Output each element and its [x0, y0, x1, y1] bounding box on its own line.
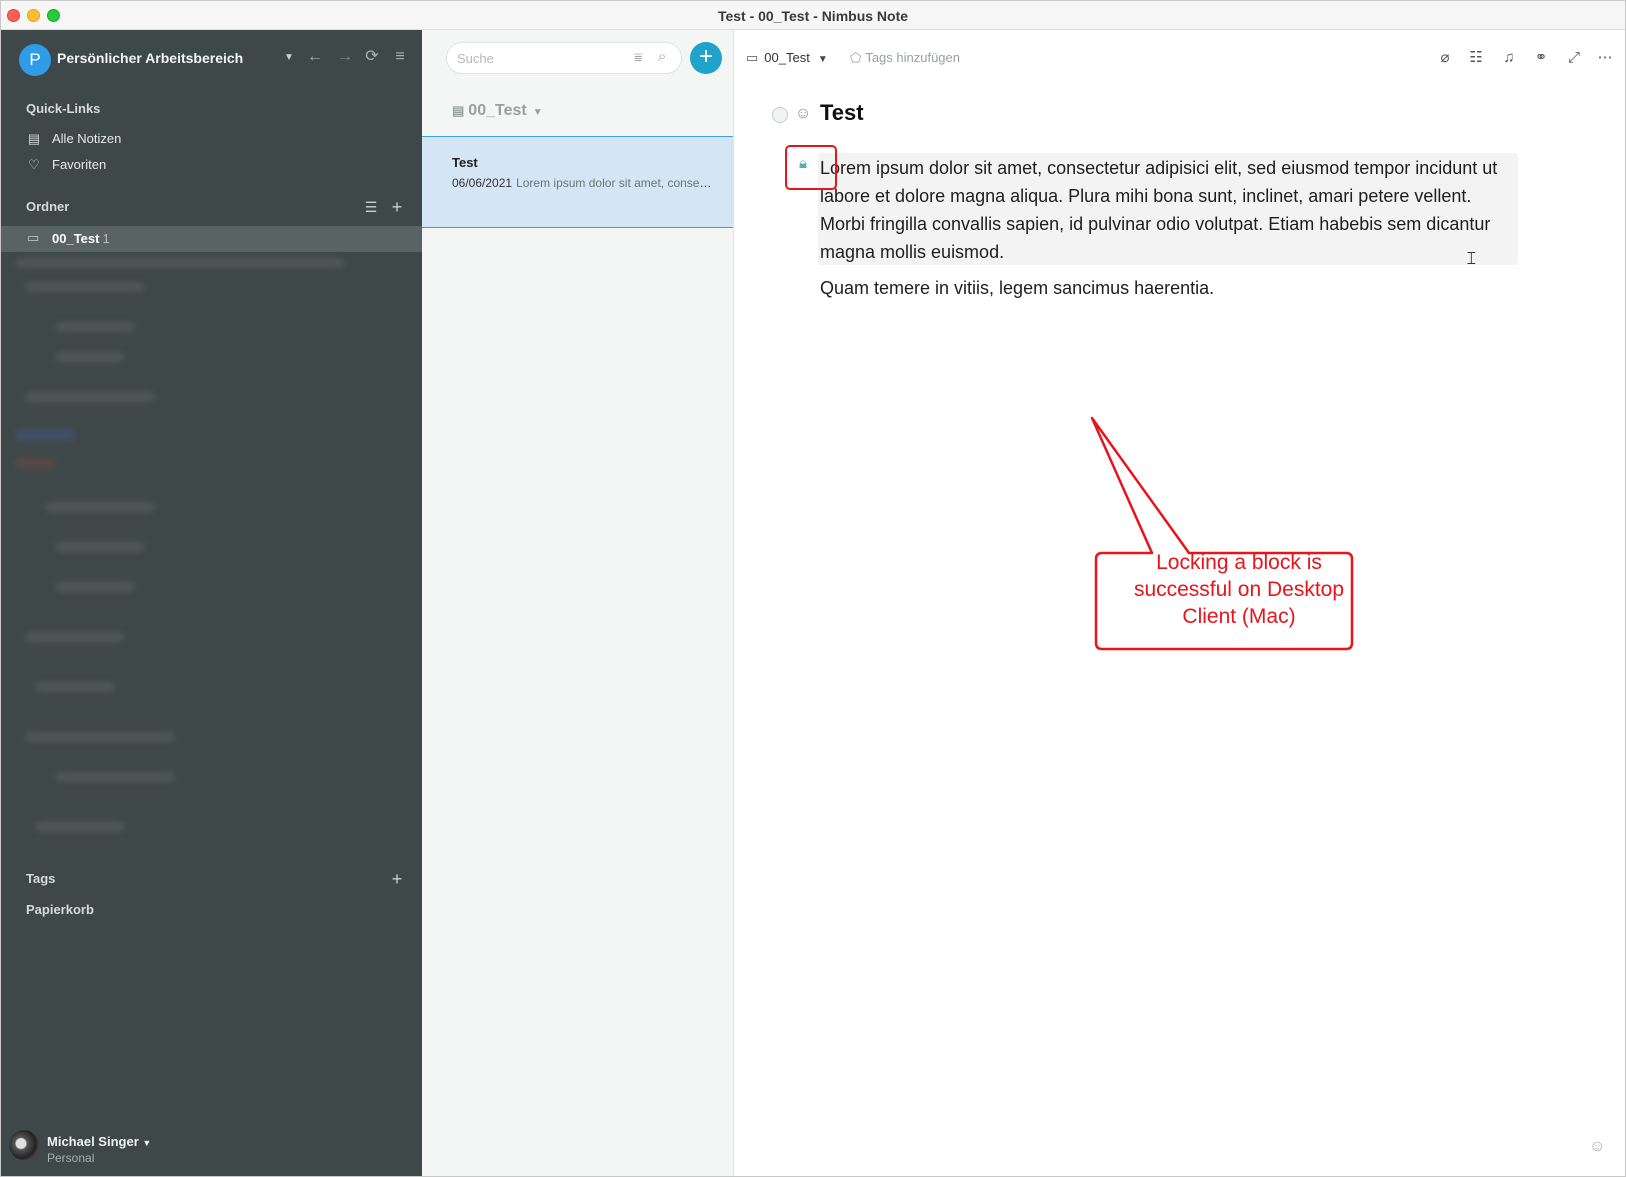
user-name[interactable]: Michael Singer ▼: [47, 1134, 151, 1149]
folder-icon: ▭: [27, 230, 40, 245]
trash-link[interactable]: Papierkorb: [26, 902, 94, 917]
emoji-icon[interactable]: ☺: [1589, 1138, 1605, 1156]
add-note-button[interactable]: +: [690, 42, 722, 74]
note-list-folder-label: 00_Test: [468, 102, 527, 119]
sidebar-item-label: Alle Notizen: [52, 131, 122, 146]
window-title: Test - 00_Test - Nimbus Note: [717, 8, 909, 24]
title-bar: Test - 00_Test - Nimbus Note: [1, 1, 1625, 30]
user-plan: Personal: [47, 1151, 95, 1165]
user-avatar[interactable]: [9, 1130, 39, 1160]
sidebar: P Persönlicher Arbeitsbereich ▼ ← → ⟳ ≡ …: [1, 30, 422, 1176]
sidebar-item-label: Favoriten: [52, 157, 107, 172]
filter-icon[interactable]: ⩸: [634, 49, 643, 66]
note-title: Test: [452, 155, 478, 170]
annotation-text: Locking a block is successful on Desktop…: [1133, 551, 1345, 628]
tags-heading[interactable]: Tags: [26, 871, 55, 886]
chevron-down-icon[interactable]: ▼: [284, 52, 294, 63]
note-meta: 06/06/2021 Lorem ipsum dolor sit amet, co…: [452, 176, 717, 190]
quicklinks-heading: Quick-Links: [26, 101, 101, 116]
list-item[interactable]: Test 06/06/2021 Lorem ipsum dolor sit ame…: [422, 136, 733, 228]
search-input[interactable]: Suche ⩸ ⌕: [446, 42, 682, 74]
blurred-folder-list: [15, 252, 355, 852]
folder-name: 00_Test: [52, 231, 100, 246]
app-window: Test - 00_Test - Nimbus Note P Persönlic…: [0, 0, 1626, 1177]
search-placeholder: Suche: [457, 51, 494, 66]
note-list-pane: Suche ⩸ ⌕ + ▤ 00_Test ▼ Test 06/06/2021 Lor…: [422, 30, 734, 1176]
user-name-text: Michael Singer: [47, 1134, 139, 1149]
workspace-avatar[interactable]: P: [19, 44, 51, 76]
sidebar-item-favorites[interactable]: ♡ Favoriten: [26, 154, 106, 176]
add-folder-icon[interactable]: +: [388, 198, 406, 216]
search-icon[interactable]: ⌕: [658, 48, 666, 65]
sync-icon[interactable]: ⟳: [361, 46, 383, 68]
editor-pane: ▭ 00_Test ▼ ⬠ Tags hinzufügen ⌀ ☷ ♫ ⚭ ⤢ ⋯ ☺…: [734, 30, 1625, 1176]
note-list-folder-selector[interactable]: ▤ 00_Test ▼: [452, 102, 543, 120]
forward-arrow-icon[interactable]: →: [334, 46, 356, 68]
chevron-down-icon: ▼: [142, 1138, 152, 1148]
menu-icon[interactable]: ≡: [389, 46, 411, 68]
add-tag-icon[interactable]: +: [388, 870, 406, 888]
sidebar-item-all-notes[interactable]: ▤ Alle Notizen: [26, 128, 122, 150]
back-arrow-icon[interactable]: ←: [304, 46, 326, 68]
chevron-down-icon: ▼: [532, 107, 543, 118]
folder-count: 1: [102, 231, 110, 246]
sort-icon[interactable]: ☰: [362, 198, 380, 216]
folders-heading: Ordner: [26, 199, 70, 214]
note-snippet: Lorem ipsum dolor sit amet, consectetur …: [516, 176, 717, 190]
note-date: 06/06/2021: [452, 176, 513, 190]
workspace-name[interactable]: Persönlicher Arbeitsbereich: [57, 50, 243, 66]
heart-icon: ♡: [28, 157, 40, 172]
sidebar-folder-00-test[interactable]: ▭ 00_Test 1: [1, 226, 422, 252]
notes-icon: ▤: [27, 131, 41, 146]
notes-icon: ▤: [452, 103, 465, 118]
